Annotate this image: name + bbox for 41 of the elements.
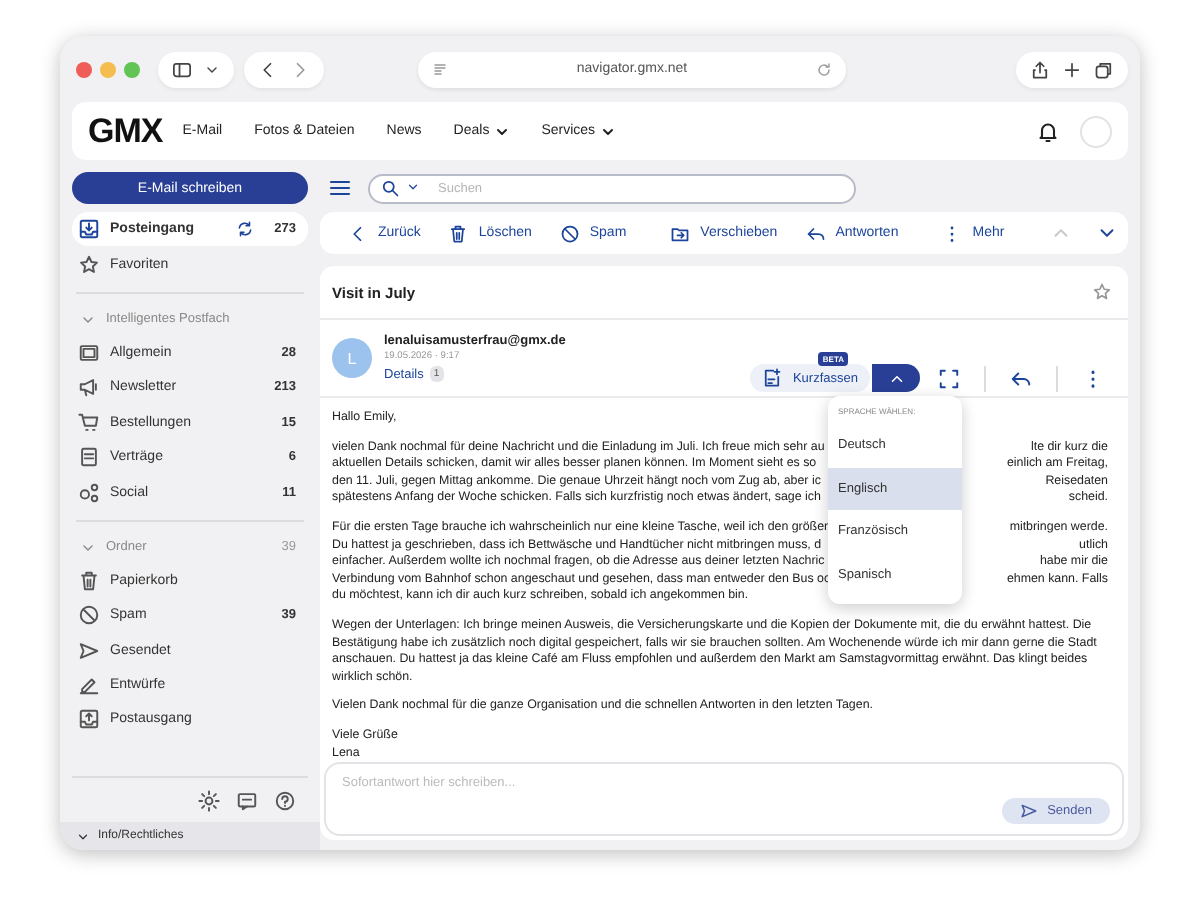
outbox-icon [78, 708, 100, 731]
reply-icon[interactable] [1010, 367, 1032, 389]
sidebar-icon[interactable] [172, 59, 192, 79]
square-icon [78, 341, 100, 364]
ban-icon [559, 223, 580, 243]
page-icon [432, 61, 448, 77]
menu-icon[interactable] [328, 176, 352, 200]
reply-icon [805, 223, 826, 243]
ban-icon [78, 604, 100, 627]
document-icon [78, 446, 100, 469]
tabs-icon[interactable] [1094, 59, 1114, 79]
chevron-down-icon[interactable] [406, 180, 420, 194]
trash-icon [78, 569, 100, 592]
language-toggle-button[interactable] [872, 364, 920, 392]
folder-icon [670, 223, 691, 243]
document-sparkle-icon [762, 368, 783, 388]
trash-icon [448, 223, 469, 243]
people-icon [78, 481, 100, 504]
expand-icon[interactable] [938, 367, 960, 389]
sync-icon[interactable] [236, 220, 255, 239]
chevron-down-icon [76, 829, 90, 843]
star-icon[interactable] [1092, 282, 1112, 302]
send-icon [78, 639, 100, 662]
sender-avatar: L [332, 338, 372, 378]
chevron-down-icon [493, 123, 510, 139]
chat-icon[interactable] [236, 790, 258, 812]
help-icon[interactable] [274, 790, 296, 812]
pen-icon [78, 674, 100, 697]
reload-icon[interactable] [816, 61, 832, 77]
settings-icon[interactable] [198, 790, 220, 812]
search-icon[interactable] [380, 177, 400, 197]
send-icon [1019, 802, 1038, 820]
inbox-icon [78, 218, 100, 241]
bell-icon[interactable] [1036, 119, 1060, 143]
cart-icon [78, 411, 100, 434]
chevron-down-icon [599, 123, 616, 139]
megaphone-icon [78, 376, 100, 399]
new-tab-icon[interactable] [1062, 59, 1082, 79]
star-icon [78, 253, 100, 276]
share-icon[interactable] [1030, 59, 1050, 79]
logo[interactable]: GMX [88, 111, 163, 151]
